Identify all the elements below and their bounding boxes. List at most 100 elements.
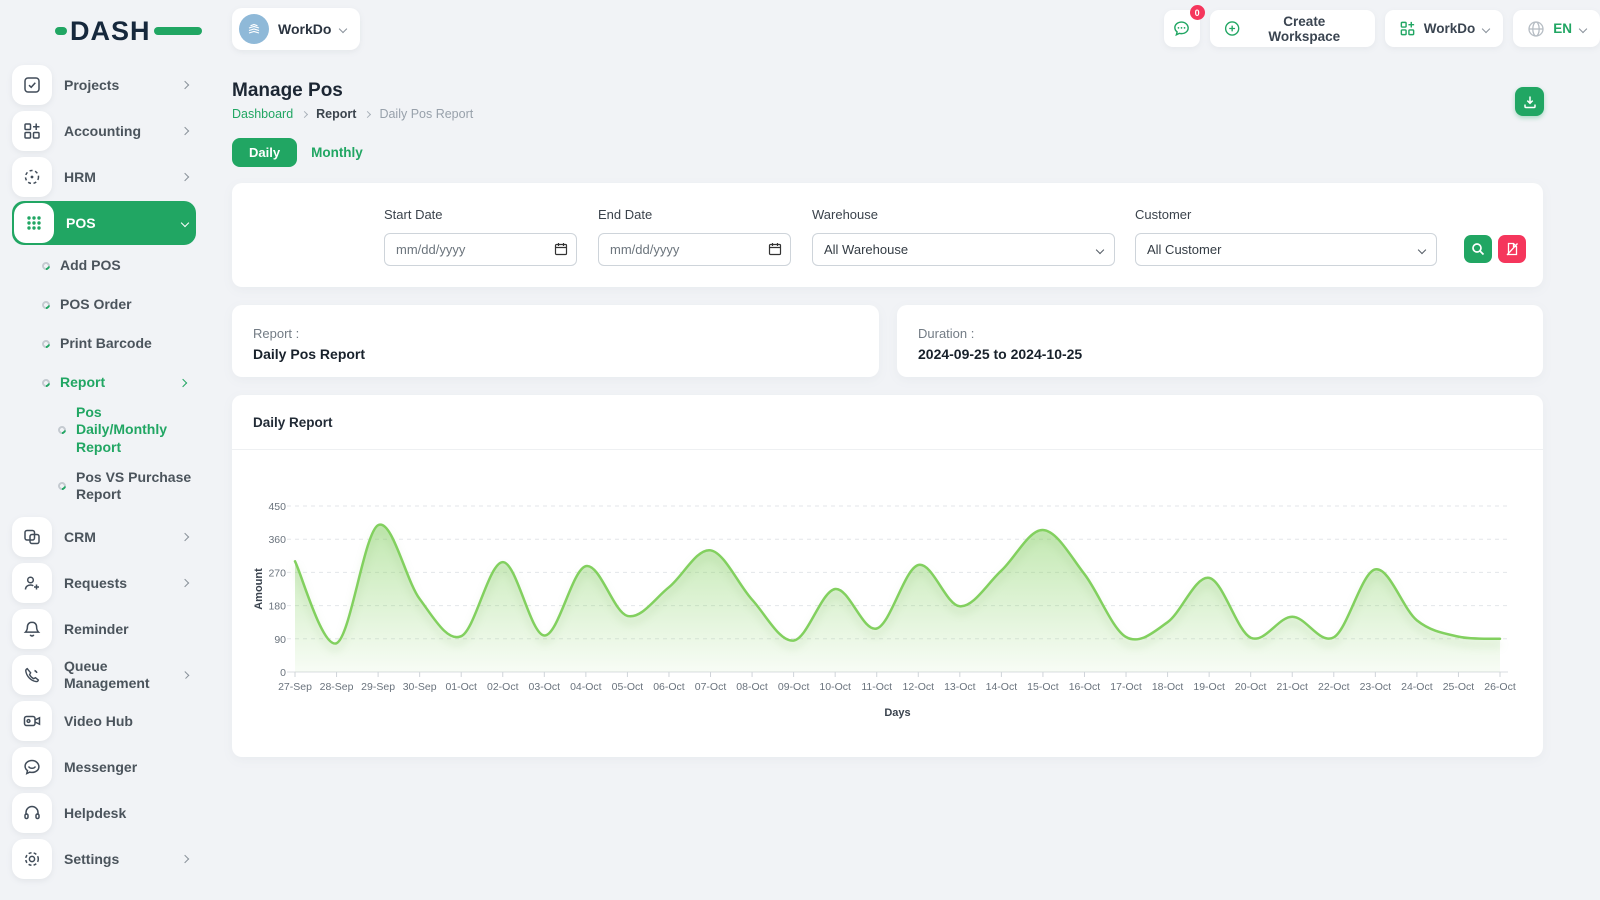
- sidebar-item-settings[interactable]: Settings: [12, 836, 196, 882]
- chat-bubble-icon: [1172, 19, 1191, 38]
- svg-text:05-Oct: 05-Oct: [612, 681, 644, 693]
- daily-report-card: Daily Report 09018027036045027-Sep28-Sep…: [232, 395, 1543, 757]
- sidebar-item-add-pos[interactable]: Add POS: [12, 246, 196, 285]
- tab-daily[interactable]: Daily: [232, 138, 297, 167]
- sidebar-item-crm[interactable]: CRM: [12, 514, 196, 560]
- chevron-down-icon: [1418, 245, 1426, 253]
- svg-text:04-Oct: 04-Oct: [570, 681, 602, 693]
- messages-button[interactable]: 0: [1164, 10, 1200, 47]
- sidebar-item-pos[interactable]: POS: [12, 201, 196, 245]
- sidebar-item-requests[interactable]: Requests: [12, 560, 196, 606]
- chevron-right-icon: [181, 579, 189, 587]
- sidebar-item-video-hub[interactable]: Video Hub: [12, 698, 196, 744]
- clear-file-icon: [1505, 242, 1519, 256]
- sidebar-item-reminder[interactable]: Reminder: [12, 606, 196, 652]
- svg-text:27-Sep: 27-Sep: [278, 681, 312, 693]
- chevron-down-icon: [1482, 24, 1490, 32]
- language-selector[interactable]: EN: [1513, 10, 1600, 47]
- report-period-tabs: Daily Monthly: [232, 138, 363, 167]
- helpdesk-icon: [12, 793, 52, 833]
- svg-text:19-Oct: 19-Oct: [1193, 681, 1225, 693]
- sidebar-item-accounting[interactable]: Accounting: [12, 108, 196, 154]
- sidebar-item-queue-management[interactable]: Queue Management: [12, 652, 196, 698]
- sidebar-item-pos-vs-purchase-report[interactable]: Pos VS Purchase Report: [12, 458, 196, 514]
- accounting-icon: [12, 111, 52, 151]
- breadcrumb-dashboard[interactable]: Dashboard: [232, 107, 293, 121]
- workspace-switcher[interactable]: WorkDo: [232, 8, 360, 50]
- create-workspace-button[interactable]: Create Workspace: [1210, 10, 1375, 47]
- end-date-label: End Date: [598, 207, 652, 222]
- start-date-input[interactable]: [384, 233, 577, 266]
- reset-filter-button[interactable]: [1498, 235, 1526, 263]
- queue-icon: [12, 655, 52, 695]
- chevron-right-icon: [181, 81, 189, 89]
- search-icon: [1471, 242, 1485, 256]
- apply-filter-button[interactable]: [1464, 235, 1492, 263]
- svg-text:12-Oct: 12-Oct: [903, 681, 935, 693]
- chevron-right-icon: [179, 378, 187, 386]
- warehouse-select[interactable]: All Warehouse: [812, 233, 1115, 266]
- svg-text:02-Oct: 02-Oct: [487, 681, 519, 693]
- sidebar-item-projects[interactable]: Projects: [12, 62, 196, 108]
- messenger-icon: [12, 747, 52, 787]
- tab-monthly[interactable]: Monthly: [311, 145, 363, 160]
- svg-text:Amount: Amount: [253, 568, 265, 610]
- svg-text:11-Oct: 11-Oct: [861, 681, 892, 693]
- warehouse-label: Warehouse: [812, 207, 878, 222]
- duration-value: 2024-09-25 to 2024-10-25: [918, 346, 1543, 362]
- report-label: Report :: [253, 326, 879, 341]
- svg-text:25-Oct: 25-Oct: [1443, 681, 1475, 693]
- svg-text:03-Oct: 03-Oct: [529, 681, 561, 693]
- end-date-input[interactable]: [598, 233, 791, 266]
- svg-text:15-Oct: 15-Oct: [1027, 681, 1059, 693]
- bullet-icon: [56, 480, 67, 491]
- breadcrumb: Dashboard Report Daily Pos Report: [232, 107, 473, 121]
- svg-text:17-Oct: 17-Oct: [1110, 681, 1142, 693]
- svg-text:16-Oct: 16-Oct: [1069, 681, 1101, 693]
- breadcrumb-current: Daily Pos Report: [379, 107, 473, 121]
- svg-text:20-Oct: 20-Oct: [1235, 681, 1267, 693]
- svg-text:18-Oct: 18-Oct: [1152, 681, 1184, 693]
- divider: [232, 449, 1543, 450]
- svg-text:24-Oct: 24-Oct: [1401, 681, 1433, 693]
- dash-logo[interactable]: DASH: [55, 16, 202, 46]
- requests-icon: [12, 563, 52, 603]
- sidebar-item-hrm[interactable]: HRM: [12, 154, 196, 200]
- pos-icon: [14, 203, 54, 243]
- workspace-avatar: [239, 14, 269, 44]
- header-actions: 0 Create Workspace WorkDo: [1164, 10, 1600, 47]
- download-icon: [1523, 95, 1537, 109]
- sidebar-item-messenger[interactable]: Messenger: [12, 744, 196, 790]
- reminder-icon: [12, 609, 52, 649]
- daily-report-chart: 09018027036045027-Sep28-Sep29-Sep30-Sep0…: [250, 459, 1525, 755]
- sidebar-item-pos-daily-monthly-report[interactable]: Pos Daily/Monthly Report: [12, 402, 196, 458]
- filter-card: Start Date End Date Warehouse All Wareho…: [232, 183, 1543, 287]
- chevron-right-icon: [181, 173, 189, 181]
- customer-select[interactable]: All Customer: [1135, 233, 1437, 266]
- svg-text:08-Oct: 08-Oct: [736, 681, 768, 693]
- sidebar-item-helpdesk[interactable]: Helpdesk: [12, 790, 196, 836]
- building-icon: [246, 21, 262, 37]
- export-download-button[interactable]: [1515, 87, 1544, 116]
- chevron-down-icon: [1579, 24, 1587, 32]
- svg-text:26-Oct: 26-Oct: [1484, 681, 1516, 693]
- workdo-menu-button[interactable]: WorkDo: [1385, 10, 1504, 47]
- sidebar-item-pos-order[interactable]: POS Order: [12, 285, 196, 324]
- sidebar-item-report[interactable]: Report: [12, 363, 196, 402]
- chevron-right-icon: [182, 671, 190, 679]
- svg-text:450: 450: [268, 501, 286, 513]
- svg-text:180: 180: [268, 601, 286, 613]
- chevron-right-icon: [181, 127, 189, 135]
- report-summary-card: Report : Daily Pos Report: [232, 305, 879, 377]
- svg-text:270: 270: [268, 567, 286, 579]
- duration-label: Duration :: [918, 326, 1543, 341]
- sidebar-item-print-barcode[interactable]: Print Barcode: [12, 324, 196, 363]
- bullet-icon: [56, 424, 67, 435]
- sidebar: Projects Accounting HRM: [12, 62, 196, 882]
- svg-text:Days: Days: [884, 707, 910, 719]
- duration-summary-card: Duration : 2024-09-25 to 2024-10-25: [897, 305, 1543, 377]
- chevron-right-icon: [181, 533, 189, 541]
- breadcrumb-report[interactable]: Report: [316, 107, 356, 121]
- start-date-label: Start Date: [384, 207, 443, 222]
- svg-text:13-Oct: 13-Oct: [944, 681, 976, 693]
